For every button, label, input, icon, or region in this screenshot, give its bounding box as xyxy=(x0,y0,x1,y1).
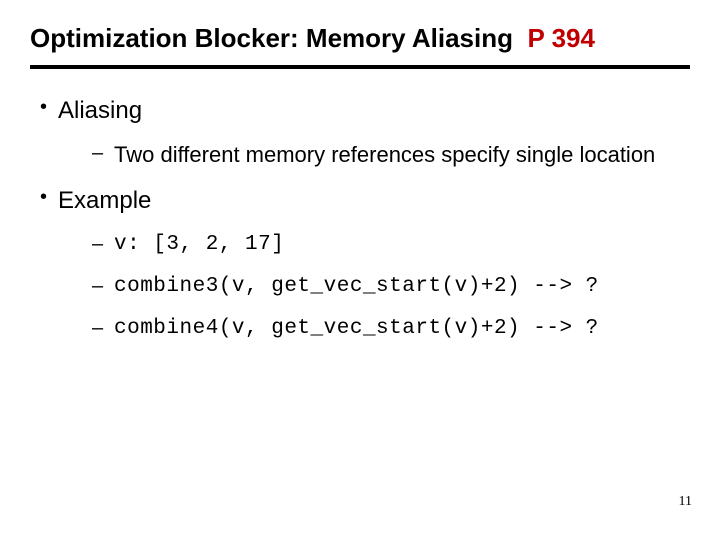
list-item: • Example – v: [3, 2, 17] – combine3(v, … xyxy=(40,185,690,343)
bullet-dot-icon: • xyxy=(40,185,58,209)
list-item: – v: [3, 2, 17] xyxy=(92,231,690,259)
bullet-list: • Aliasing – Two different memory refere… xyxy=(30,95,690,344)
title-main: Optimization Blocker: Memory Aliasing xyxy=(30,23,513,53)
title-divider xyxy=(30,65,690,69)
bullet-dot-icon: • xyxy=(40,95,58,119)
title-highlight: P 394 xyxy=(527,23,594,53)
slide-title: Optimization Blocker: Memory Aliasing P … xyxy=(30,22,690,55)
list-item: – combine4(v, get_vec_start(v)+2) --> ? xyxy=(92,315,690,343)
sub-bullet-text: combine4(v, get_vec_start(v)+2) --> ? xyxy=(114,315,599,343)
sub-bullet-text: combine3(v, get_vec_start(v)+2) --> ? xyxy=(114,273,599,301)
list-item: – combine3(v, get_vec_start(v)+2) --> ? xyxy=(92,273,690,301)
list-item: – Two different memory references specif… xyxy=(92,140,690,170)
dash-icon: – xyxy=(92,231,114,258)
slide: Optimization Blocker: Memory Aliasing P … xyxy=(0,0,720,540)
bullet-label: Example xyxy=(58,185,151,216)
sub-list: – Two different memory references specif… xyxy=(40,140,690,170)
dash-icon: – xyxy=(92,315,114,342)
sub-bullet-text: Two different memory references specify … xyxy=(114,140,655,170)
bullet-label: Aliasing xyxy=(58,95,142,126)
sub-bullet-text: v: [3, 2, 17] xyxy=(114,231,284,259)
list-item: • Aliasing – Two different memory refere… xyxy=(40,95,690,170)
dash-icon: – xyxy=(92,273,114,300)
sub-list: – v: [3, 2, 17] – combine3(v, get_vec_st… xyxy=(40,231,690,344)
dash-icon: – xyxy=(92,140,114,167)
page-number: 11 xyxy=(679,494,692,510)
